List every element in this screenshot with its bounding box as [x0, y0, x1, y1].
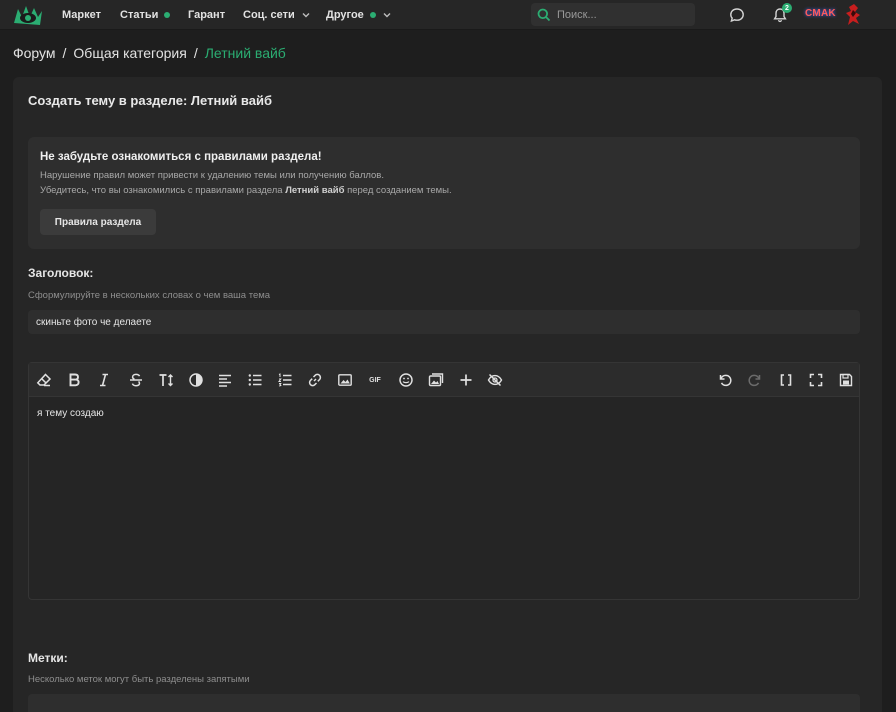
image-icon [338, 374, 352, 386]
numbered-list-icon [278, 373, 292, 387]
notification-count-badge: 2 [782, 3, 792, 13]
notice-title: Не забудьте ознакомиться с правилами раз… [40, 151, 322, 163]
fullscreen-button[interactable] [805, 369, 827, 391]
tags-input[interactable] [28, 694, 860, 712]
strikethrough-button[interactable] [125, 369, 147, 391]
title-input[interactable] [28, 310, 860, 334]
title-label: Заголовок: [28, 266, 94, 280]
link-icon [308, 373, 322, 387]
bbcode-toggle-button[interactable] [775, 369, 797, 391]
font-size-button[interactable] [155, 369, 177, 391]
section-rules-button[interactable]: Правила раздела [40, 209, 156, 235]
new-indicator-dot [164, 12, 171, 18]
breadcrumb: Форум / Общая категория / Летний вайб [13, 45, 286, 61]
search-box[interactable] [531, 3, 695, 26]
text-color-button[interactable] [185, 369, 207, 391]
gif-icon: GIF [369, 376, 381, 384]
emoji-button[interactable] [395, 369, 417, 391]
nav-articles[interactable]: Статьи [120, 0, 171, 30]
username[interactable]: CMAK [805, 8, 836, 19]
breadcrumb-separator: / [193, 45, 198, 61]
title-hint: Сформулируйте в нескольких словах о чем … [28, 290, 271, 301]
eye-off-icon [487, 373, 503, 387]
redo-button[interactable] [744, 369, 766, 391]
tags-label: Метки: [28, 651, 68, 665]
conversations-button[interactable] [726, 4, 748, 26]
nav-other[interactable]: Другое [326, 0, 392, 30]
italic-icon [100, 373, 108, 387]
bullet-list-icon [248, 374, 262, 386]
breadcrumb-separator: / [62, 45, 67, 61]
top-navigation: Маркет Статьи Гарант Соц. сети Другое 2 … [0, 0, 896, 30]
breadcrumb-forum[interactable]: Форум [13, 45, 56, 61]
editor-content[interactable]: я тему создаю [37, 408, 104, 419]
bullet-list-button[interactable] [244, 369, 266, 391]
insert-gif-button[interactable]: GIF [364, 369, 386, 391]
align-button[interactable] [214, 369, 236, 391]
strikethrough-icon [130, 373, 142, 387]
chat-bubble-icon [730, 8, 744, 23]
notifications-button[interactable]: 2 [769, 3, 792, 26]
clear-format-button[interactable] [33, 369, 55, 391]
nav-guarantor[interactable]: Гарант [188, 0, 225, 30]
media-gallery-button[interactable] [425, 369, 447, 391]
floppy-disk-icon [839, 373, 853, 387]
smiley-icon [399, 373, 413, 387]
numbered-list-button[interactable] [274, 369, 296, 391]
breadcrumb-current[interactable]: Летний вайб [205, 45, 286, 61]
nav-social[interactable]: Соц. сети [243, 0, 311, 30]
search-input[interactable] [557, 8, 687, 21]
gallery-icon [428, 373, 444, 387]
undo-icon [719, 374, 732, 387]
page-title: Создать тему в разделе: Летний вайб [28, 93, 272, 108]
nav-market[interactable]: Маркет [62, 0, 101, 30]
link-button[interactable] [304, 369, 326, 391]
italic-button[interactable] [93, 369, 115, 391]
rich-text-editor: GIF я тему создаю [28, 362, 860, 600]
save-draft-button[interactable] [835, 369, 857, 391]
bold-icon [69, 373, 80, 387]
align-left-icon [219, 374, 231, 387]
insert-more-button[interactable] [455, 369, 477, 391]
notice-line-2: Убедитесь, что вы ознакомились с правила… [40, 185, 452, 196]
redo-icon [748, 374, 761, 387]
eraser-icon [36, 373, 52, 387]
brackets-icon [780, 374, 792, 386]
chevron-down-icon [383, 13, 391, 18]
avatar[interactable] [845, 3, 863, 27]
fullscreen-icon [809, 373, 823, 387]
text-size-icon [159, 374, 173, 387]
undo-button[interactable] [714, 369, 736, 391]
create-thread-form: Создать тему в разделе: Летний вайб Не з… [13, 77, 882, 712]
search-icon [537, 8, 551, 21]
hide-content-button[interactable] [484, 369, 506, 391]
editor-toolbar: GIF [29, 363, 859, 397]
rules-notice: Не забудьте ознакомиться с правилами раз… [28, 137, 860, 249]
logo-icon[interactable] [12, 3, 44, 27]
chevron-down-icon [302, 13, 310, 18]
bold-button[interactable] [63, 369, 85, 391]
tags-hint: Несколько меток могут быть разделены зап… [28, 674, 250, 685]
new-indicator-dot [369, 12, 376, 18]
insert-image-button[interactable] [334, 369, 356, 391]
plus-icon [460, 374, 472, 386]
breadcrumb-category[interactable]: Общая категория [73, 45, 186, 61]
contrast-icon [189, 373, 203, 387]
notice-line-1: Нарушение правил может привести к удален… [40, 170, 384, 181]
